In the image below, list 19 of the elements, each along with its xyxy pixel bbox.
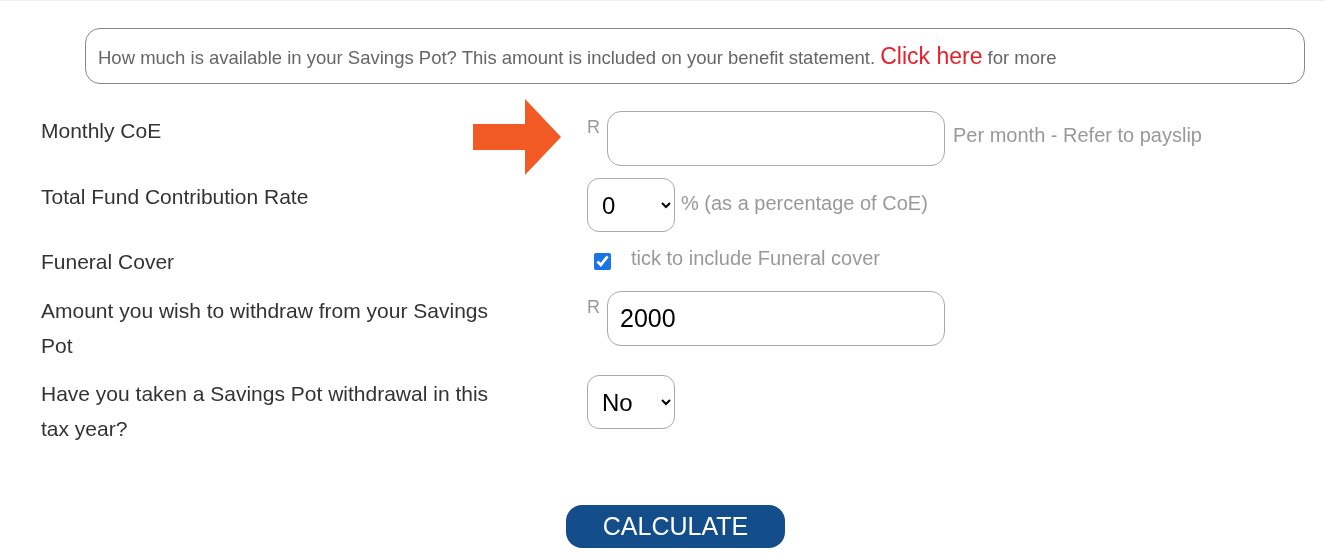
select-field[interactable]: No xyxy=(587,375,675,429)
hint-text: tick to include Funeral cover xyxy=(631,247,880,270)
input-field[interactable] xyxy=(607,111,945,166)
field-label: Total Fund Contribution Rate xyxy=(41,184,310,210)
field-label: Monthly CoE xyxy=(41,118,163,144)
calculate-button[interactable]: CALCULATE xyxy=(566,505,785,548)
input-field[interactable]: 2000 xyxy=(607,291,945,346)
currency-label: R xyxy=(587,117,601,138)
field-label: Have you taken a Savings Pot withdrawal in this tax year? xyxy=(41,381,490,442)
hint-text: Per month - Refer to payslip xyxy=(953,124,1202,147)
info-text: How much is available in your Savings Pot? This amount is included on your benefit statement. Click here for more xyxy=(98,42,1057,70)
field-label: Funeral Cover xyxy=(41,249,176,275)
hint-text: % (as a percentage of CoE) xyxy=(681,192,928,215)
field-label: Amount you wish to withdraw from your Savings Pot xyxy=(41,298,490,359)
currency-label: R xyxy=(587,297,601,318)
click-here-link[interactable]: Click here xyxy=(880,42,983,69)
arrow-icon xyxy=(473,99,561,175)
checkbox[interactable] xyxy=(594,253,611,270)
select-field[interactable]: 0 xyxy=(587,178,675,232)
